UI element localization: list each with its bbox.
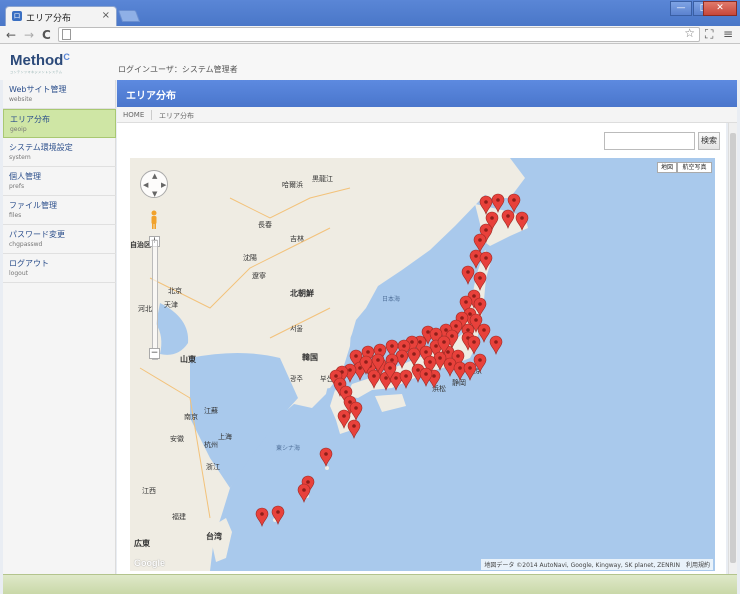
marker-layer	[255, 193, 529, 527]
logo-mark: C	[63, 52, 70, 62]
location-marker[interactable]	[489, 335, 503, 355]
location-marker[interactable]	[453, 361, 467, 381]
browser-tab[interactable]: ロ エリア分布 ×	[5, 6, 117, 26]
location-marker[interactable]	[515, 211, 529, 231]
search-button[interactable]: 検索	[698, 132, 720, 150]
favicon-icon: ロ	[12, 11, 22, 21]
sidebar-item-sub: geoip	[10, 126, 27, 133]
page-icon	[62, 29, 71, 40]
page-title: エリア分布	[126, 91, 176, 102]
map-type-satellite-button[interactable]: 航空写真	[677, 162, 712, 173]
reload-icon[interactable]: C	[42, 27, 51, 43]
sidebar-item-label: ログアウト	[9, 259, 49, 268]
sidebar-item-sub: prefs	[9, 183, 25, 190]
sidebar-item-files[interactable]: ファイル管理 files	[3, 196, 116, 225]
map-attribution[interactable]: 地図データ ©2014 AutoNavi, Google, Kingway, S…	[481, 559, 713, 570]
login-user: ログインユーザ：システム管理者	[118, 65, 238, 74]
sidebar-item-sub: logout	[9, 270, 28, 277]
location-marker[interactable]	[477, 323, 491, 343]
location-marker[interactable]	[479, 195, 493, 215]
map-type-map-button[interactable]: 地図	[657, 162, 677, 173]
location-marker[interactable]	[255, 507, 269, 527]
location-marker[interactable]	[479, 251, 493, 271]
footer-bar	[3, 574, 737, 594]
logo[interactable]: MethodC	[10, 52, 70, 69]
location-marker[interactable]	[473, 271, 487, 291]
sidebar-item-label: パスワード変更	[9, 230, 65, 239]
sidebar-item-label: システム環境設定	[9, 143, 73, 152]
location-marker[interactable]	[473, 233, 487, 253]
breadcrumb-home[interactable]: HOME	[123, 111, 144, 119]
location-marker[interactable]	[297, 483, 311, 503]
app-header: MethodC コンテンツマネジメントシステム ログインユーザ：システム管理者	[0, 44, 740, 80]
location-marker[interactable]	[347, 419, 361, 439]
sidebar-item-sub: chgpasswd	[9, 241, 43, 248]
sidebar-item-prefs[interactable]: 個人管理 prefs	[3, 167, 116, 196]
zoom-out-button[interactable]: −	[149, 348, 160, 359]
zoom-slider[interactable]	[152, 240, 158, 360]
tab-title: エリア分布	[26, 14, 72, 24]
sidebar-item-label: 個人管理	[9, 172, 41, 181]
area-map[interactable]: 黒龍江 哈爾浜 吉林 長春 自治区 沈陽 遼寧 北朝鮮 北京 天津 河北 서울 …	[130, 158, 715, 571]
pan-control[interactable]: ▲ ◀ ▶ ▼	[140, 170, 168, 198]
google-logo: Google	[134, 558, 165, 568]
search-input[interactable]	[604, 132, 695, 150]
sidebar-item-sub: files	[9, 212, 22, 219]
location-marker[interactable]	[419, 367, 433, 387]
pan-left-icon: ◀	[143, 181, 149, 189]
breadcrumb-separator	[151, 110, 152, 120]
sidebar-item-chgpasswd[interactable]: パスワード変更 chgpasswd	[3, 225, 116, 254]
location-marker[interactable]	[507, 193, 521, 213]
menu-icon[interactable]: ≡	[723, 26, 733, 43]
location-marker[interactable]	[407, 347, 421, 367]
pan-up-icon: ▲	[152, 172, 158, 180]
breadcrumb: HOME エリア分布	[117, 107, 737, 123]
location-marker[interactable]	[367, 369, 381, 389]
page-scrollbar[interactable]	[728, 123, 737, 574]
sidebar-item-system[interactable]: システム環境設定 system	[3, 138, 116, 167]
minimize-button[interactable]: —	[670, 1, 692, 16]
pegman-icon[interactable]	[149, 210, 159, 230]
location-marker[interactable]	[463, 361, 477, 381]
breadcrumb-current: エリア分布	[159, 112, 194, 120]
address-bar[interactable]: ☆	[58, 26, 700, 42]
sidebar-item-sub: website	[9, 96, 33, 103]
sidebar-item-logout[interactable]: ログアウト logout	[3, 254, 116, 283]
tab-close-icon[interactable]: ×	[102, 10, 110, 21]
location-marker[interactable]	[491, 193, 505, 213]
cast-icon[interactable]: ⛶	[705, 26, 713, 43]
location-marker[interactable]	[461, 265, 475, 285]
sidebar-item-website[interactable]: Webサイト管理 website	[3, 80, 116, 109]
sidebar-item-geoip[interactable]: エリア分布 geoip	[3, 109, 116, 138]
scrollbar-thumb[interactable]	[730, 133, 736, 563]
pan-right-icon: ▶	[161, 181, 167, 189]
pan-down-icon: ▼	[152, 190, 158, 198]
forward-icon[interactable]: →	[24, 27, 34, 43]
new-tab-button[interactable]	[117, 10, 141, 22]
back-icon[interactable]: ←	[6, 27, 16, 43]
sidebar-item-sub: system	[9, 154, 31, 161]
location-marker[interactable]	[399, 369, 413, 389]
location-marker[interactable]	[501, 209, 515, 229]
sidebar-item-label: ファイル管理	[9, 201, 57, 210]
browser-titlebar: ロ エリア分布 × — □ ✕	[0, 0, 740, 26]
sidebar: Webサイト管理 website エリア分布 geoip システム環境設定 sy…	[3, 80, 116, 574]
location-marker[interactable]	[349, 401, 363, 421]
logo-tagline: コンテンツマネジメントシステム	[10, 70, 63, 74]
location-marker[interactable]	[271, 505, 285, 525]
bookmark-star-icon[interactable]: ☆	[684, 26, 695, 40]
location-marker[interactable]	[467, 335, 481, 355]
browser-toolbar: ← → C ☆ ⛶ ≡	[0, 26, 740, 44]
sidebar-item-label: Webサイト管理	[9, 85, 67, 94]
close-window-button[interactable]: ✕	[703, 1, 737, 16]
sidebar-item-label: エリア分布	[10, 115, 50, 124]
location-marker[interactable]	[319, 447, 333, 467]
page-banner: エリア分布	[117, 80, 737, 107]
